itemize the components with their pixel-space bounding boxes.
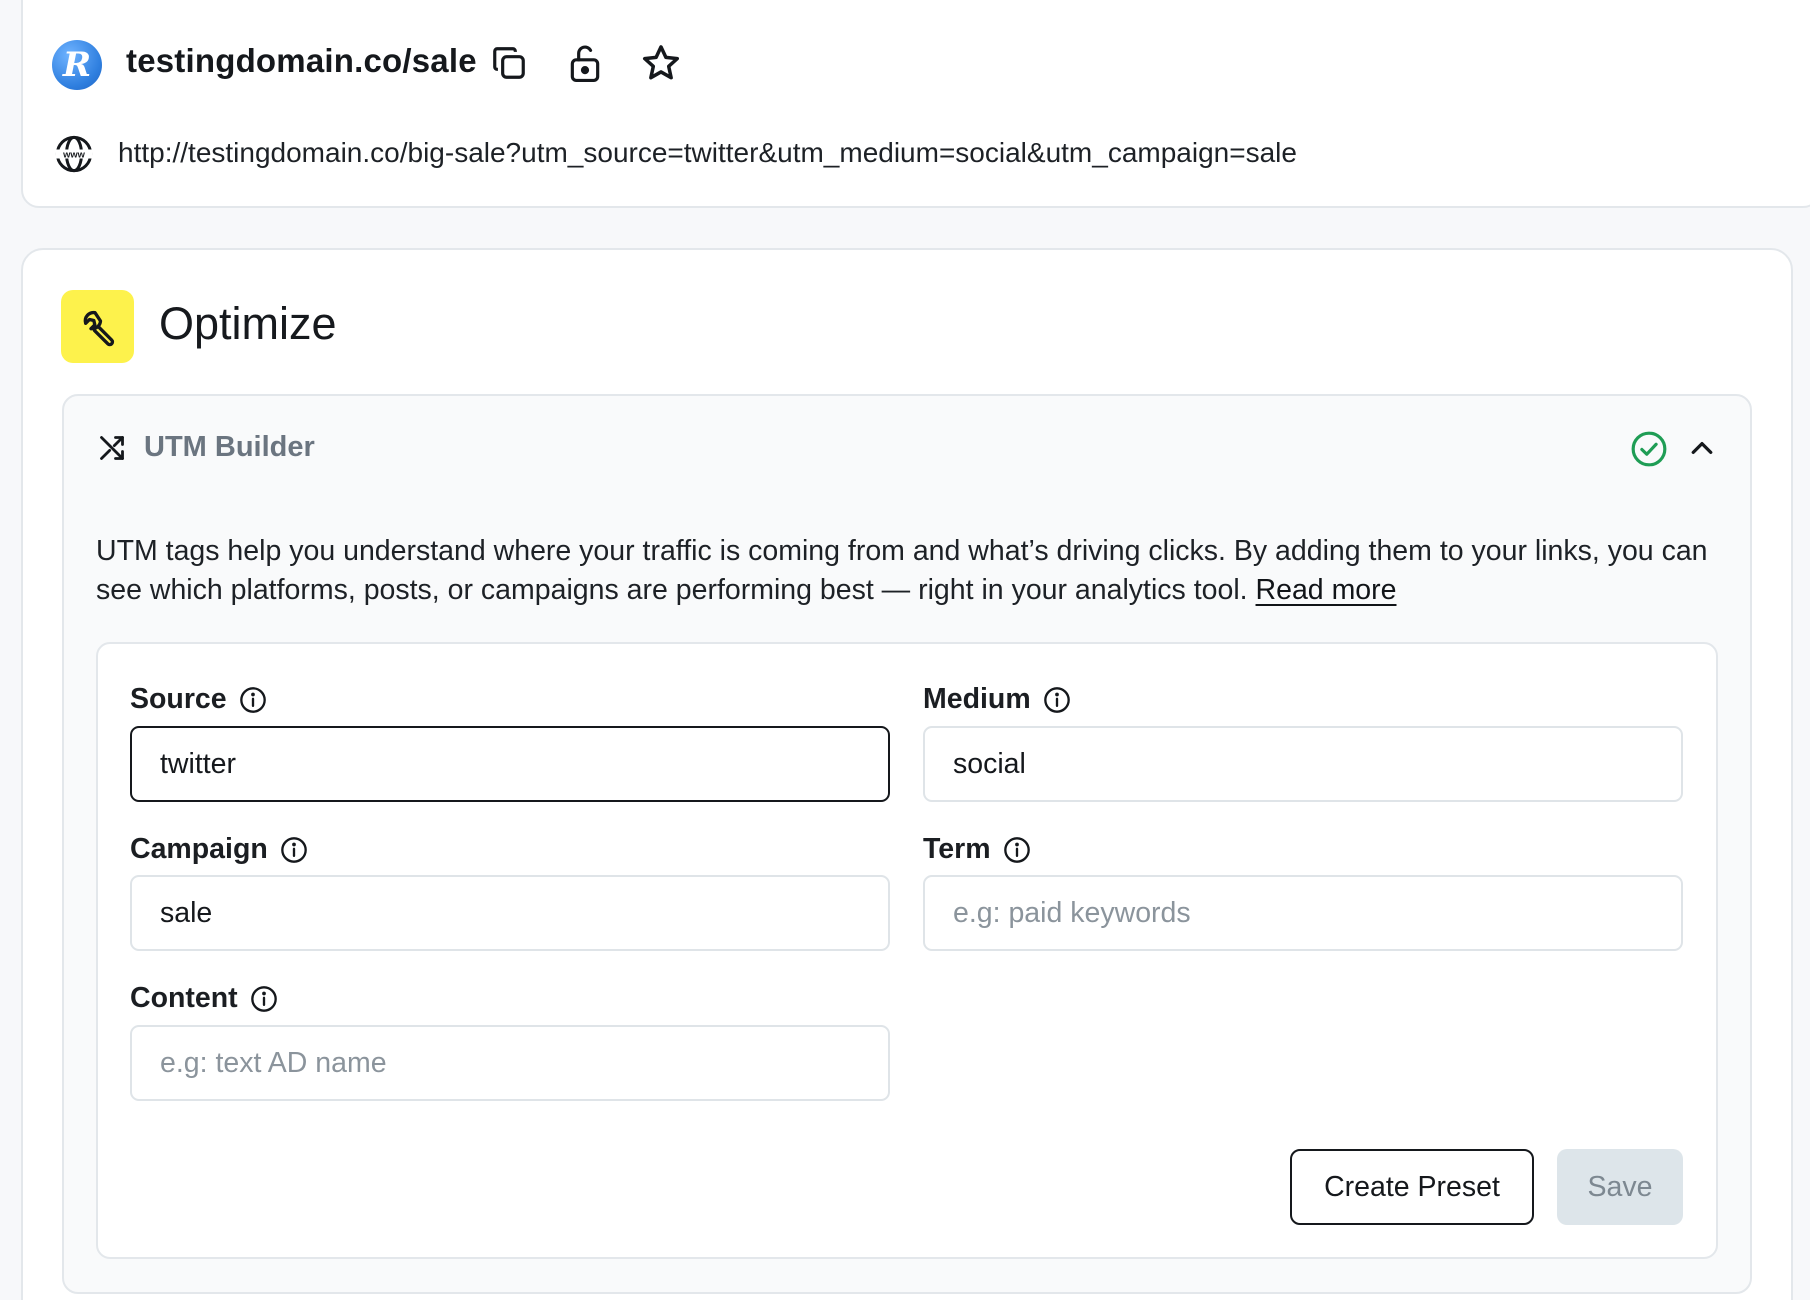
copy-icon <box>493 47 525 79</box>
source-label-text: Source <box>130 683 227 715</box>
medium-label-text: Medium <box>923 683 1031 715</box>
info-icon[interactable] <box>250 985 278 1013</box>
content-label: Content <box>130 982 278 1015</box>
campaign-label: Campaign <box>130 833 308 866</box>
term-label-text: Term <box>923 833 991 865</box>
lock-toggle-button[interactable] <box>564 42 606 84</box>
medium-input[interactable] <box>923 726 1683 802</box>
star-icon <box>642 45 680 80</box>
globe-icon: www <box>55 135 93 173</box>
campaign-label-text: Campaign <box>130 833 268 865</box>
check-circle-icon <box>1631 431 1667 467</box>
medium-label: Medium <box>923 683 1071 716</box>
info-icon[interactable] <box>280 836 308 864</box>
brand-logo: R <box>52 40 102 90</box>
save-button[interactable]: Save <box>1557 1149 1683 1225</box>
source-input[interactable] <box>130 726 890 802</box>
info-icon[interactable] <box>239 686 267 714</box>
term-label: Term <box>923 833 1031 866</box>
wrench-icon <box>83 310 114 346</box>
campaign-input[interactable] <box>130 875 890 951</box>
read-more-link[interactable]: Read more <box>1256 574 1397 606</box>
content-label-text: Content <box>130 982 238 1014</box>
favorite-button[interactable] <box>640 42 682 84</box>
term-input[interactable] <box>923 875 1683 951</box>
create-preset-button[interactable]: Create Preset <box>1290 1149 1534 1225</box>
optimize-icon-badge <box>61 290 134 363</box>
brand-logo-letter: R <box>62 45 92 85</box>
short-link-title: testingdomain.co/sale <box>126 42 477 79</box>
unlock-icon <box>570 45 600 82</box>
copy-button[interactable] <box>488 42 530 84</box>
optimize-title: Optimize <box>159 298 337 349</box>
info-icon[interactable] <box>1003 836 1031 864</box>
source-label: Source <box>130 683 267 716</box>
content-input[interactable] <box>130 1025 890 1101</box>
chevron-up-icon[interactable] <box>1687 433 1717 463</box>
utm-description: UTM tags help you understand where your … <box>96 532 1746 610</box>
utm-builder-title[interactable]: UTM Builder <box>144 431 315 464</box>
svg-text:www: www <box>62 150 86 160</box>
destination-url[interactable]: http://testingdomain.co/big-sale?utm_sou… <box>118 137 1297 169</box>
link-summary-card <box>21 0 1810 208</box>
utm-description-text: UTM tags help you understand where your … <box>96 535 1708 606</box>
info-icon[interactable] <box>1043 686 1071 714</box>
shuffle-icon <box>100 436 124 460</box>
